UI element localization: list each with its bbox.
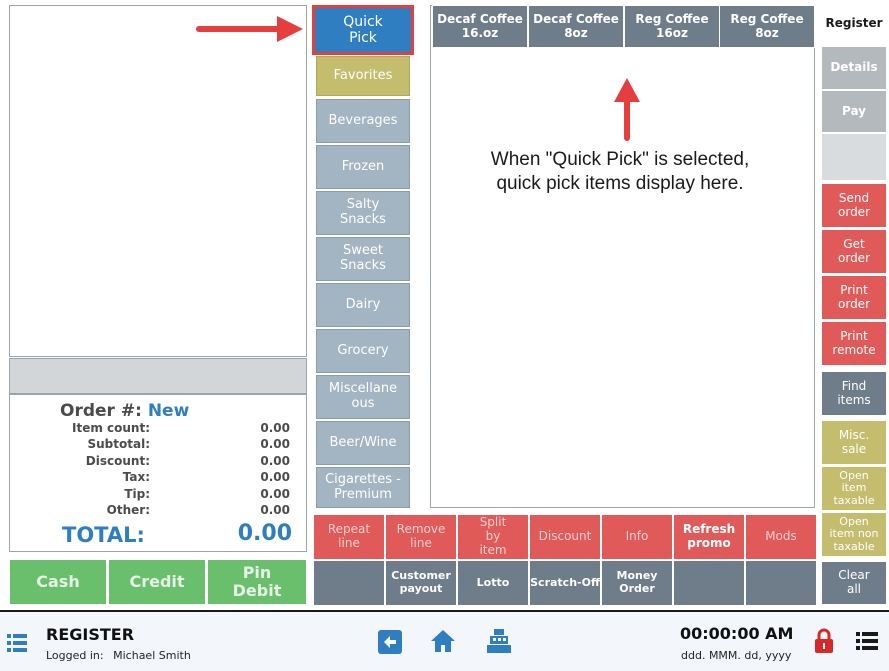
- category-quick-pick-button[interactable]: Quick Pick: [312, 5, 414, 55]
- empty-action-slot: [745, 560, 817, 606]
- summary-label: Discount:: [85, 454, 150, 468]
- category-favorites-button[interactable]: Favorites: [316, 56, 410, 96]
- logged-in-label: Logged in:: [46, 649, 104, 662]
- category-salty-snacks-button[interactable]: Salty Snacks: [316, 191, 410, 235]
- mods-button[interactable]: Mods: [745, 514, 817, 560]
- get-order-button[interactable]: Get order: [821, 229, 887, 274]
- total-value: 0.00: [237, 521, 292, 546]
- misc-sale-button[interactable]: Misc. sale: [821, 420, 887, 465]
- discount-button[interactable]: Discount: [529, 514, 601, 560]
- summary-row-discount: Discount: 0.00: [10, 454, 290, 470]
- refresh-promo-button[interactable]: Refresh promo: [673, 514, 745, 560]
- item-decaf-coffee-8oz-button[interactable]: Decaf Coffee 8oz: [528, 5, 624, 48]
- category-grocery-button[interactable]: Grocery: [316, 329, 410, 373]
- find-items-button[interactable]: Find items: [821, 371, 887, 416]
- category-cigarettes-premium-button[interactable]: Cigarettes - Premium: [316, 467, 410, 508]
- tab-pay[interactable]: Pay: [821, 90, 887, 133]
- summary-row-tip: Tip: 0.00: [10, 487, 290, 503]
- category-beer-wine-button[interactable]: Beer/Wine: [316, 421, 410, 465]
- summary-row-item-count: Item count: 0.00: [10, 421, 290, 437]
- summary-label: Subtotal:: [87, 437, 150, 451]
- item-reg-coffee-16oz-button[interactable]: Reg Coffee 16oz: [624, 5, 720, 48]
- credit-button[interactable]: Credit: [108, 559, 206, 605]
- clear-all-button[interactable]: Clear all: [821, 561, 887, 605]
- pin-debit-button[interactable]: Pin Debit: [207, 559, 307, 605]
- split-by-item-button[interactable]: Split by item: [457, 514, 529, 560]
- arrow-icon: [196, 16, 303, 42]
- category-miscellaneous-button[interactable]: Miscellane ous: [316, 375, 410, 419]
- category-sweet-snacks-button[interactable]: Sweet Snacks: [316, 237, 410, 281]
- open-item-taxable-button[interactable]: Open item taxable: [821, 466, 887, 511]
- order-number-label: Order #:: [60, 401, 142, 421]
- order-number: Order #: New: [60, 401, 189, 421]
- category-frozen-button[interactable]: Frozen: [316, 145, 410, 189]
- logged-in-user: Michael Smith: [113, 649, 191, 662]
- order-selection-strip: [9, 358, 307, 394]
- money-order-button[interactable]: Money Order: [601, 560, 673, 606]
- summary-label: Item count:: [72, 421, 150, 435]
- open-item-non-taxable-button[interactable]: Open item non taxable: [821, 512, 887, 557]
- empty-action-slot: [673, 560, 745, 606]
- customer-payout-button[interactable]: Customer payout: [385, 560, 457, 606]
- scratch-off-button[interactable]: Scratch-Off: [529, 560, 601, 606]
- empty-side-slot: [821, 133, 887, 181]
- home-icon[interactable]: [430, 629, 456, 653]
- summary-value: 0.00: [260, 454, 290, 468]
- arrow-icon: [614, 78, 640, 141]
- order-item-list[interactable]: [9, 5, 307, 357]
- summary-value: 0.00: [260, 470, 290, 484]
- clock-time: 00:00:00 AM: [680, 624, 794, 643]
- tab-register[interactable]: Register: [821, 2, 887, 46]
- summary-value: 0.00: [260, 437, 290, 451]
- summary-row-other: Other: 0.00: [10, 503, 290, 519]
- summary-label: Tax:: [122, 470, 150, 484]
- print-order-button[interactable]: Print order: [821, 275, 887, 320]
- lock-icon[interactable]: [814, 628, 834, 654]
- remove-line-button[interactable]: Remove line: [385, 514, 457, 560]
- empty-action-slot: [313, 560, 385, 606]
- list-menu-icon[interactable]: [856, 632, 878, 650]
- menu-icon[interactable]: [7, 634, 27, 652]
- tab-details[interactable]: Details: [821, 46, 887, 90]
- summary-value: 0.00: [260, 487, 290, 501]
- item-decaf-coffee-16oz-button[interactable]: Decaf Coffee 16.oz: [432, 5, 528, 48]
- order-summary: Order #: New Item count: 0.00 Subtotal: …: [9, 394, 307, 552]
- summary-value: 0.00: [260, 421, 290, 435]
- cash-register-icon[interactable]: [486, 628, 512, 654]
- bottom-status-bar: REGISTER Logged in: Michael Smith 00:00:…: [0, 610, 889, 671]
- print-remote-button[interactable]: Print remote: [821, 321, 887, 366]
- order-number-value: New: [147, 401, 190, 421]
- lotto-button[interactable]: Lotto: [457, 560, 529, 606]
- annotation-text: When "Quick Pick" is selected, quick pic…: [490, 149, 750, 194]
- summary-value: 0.00: [260, 503, 290, 517]
- screen-title: REGISTER: [46, 625, 135, 644]
- summary-row-subtotal: Subtotal: 0.00: [10, 437, 290, 453]
- category-beverages-button[interactable]: Beverages: [316, 99, 410, 143]
- repeat-line-button[interactable]: Repeat line: [313, 514, 385, 560]
- total-label: TOTAL:: [62, 523, 145, 547]
- cash-button[interactable]: Cash: [9, 559, 107, 605]
- summary-row-tax: Tax: 0.00: [10, 470, 290, 486]
- clock-date: ddd. MMM. dd, yyyy: [681, 649, 792, 662]
- summary-label: Tip:: [124, 487, 150, 501]
- summary-label: Other:: [106, 503, 150, 517]
- category-dairy-button[interactable]: Dairy: [316, 283, 410, 327]
- logged-in-info: Logged in: Michael Smith: [46, 649, 191, 662]
- back-arrow-icon[interactable]: [378, 630, 402, 654]
- item-reg-coffee-8oz-button[interactable]: Reg Coffee 8oz: [719, 5, 815, 48]
- info-button[interactable]: Info: [601, 514, 673, 560]
- send-order-button[interactable]: Send order: [821, 183, 887, 228]
